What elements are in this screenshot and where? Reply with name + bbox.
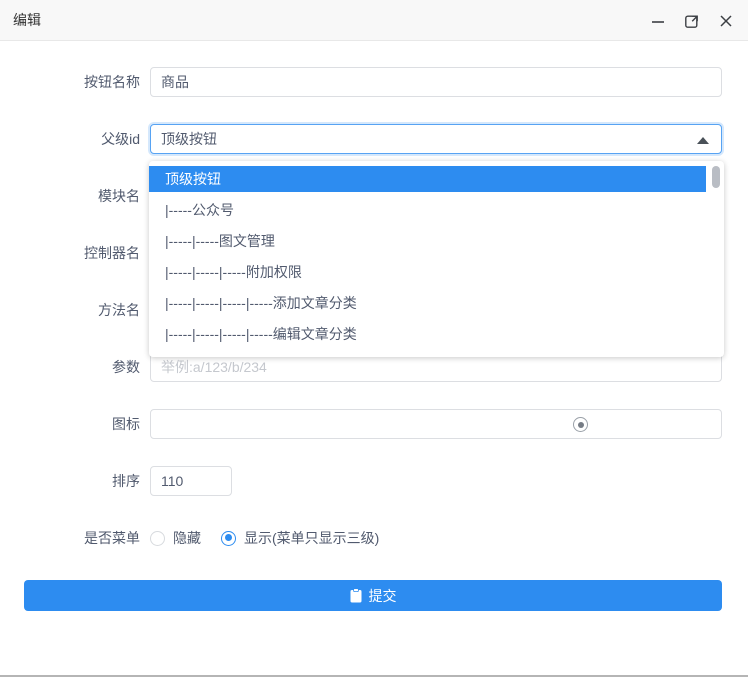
radio-show[interactable]: 显示(菜单只显示三级) xyxy=(221,528,379,548)
window-controls xyxy=(648,0,736,41)
dropdown-scrollbar-thumb[interactable] xyxy=(712,166,720,188)
edit-dialog-window: 编辑 按钮名称 父级 xyxy=(0,0,748,677)
maximize-button[interactable] xyxy=(682,11,702,31)
dropdown-item[interactable]: |-----|-----|-----|-----添加文章分类 xyxy=(149,290,706,316)
controller-name-label: 控制器名 xyxy=(20,238,140,268)
dropdown-item[interactable]: |-----|-----|-----附加权限 xyxy=(149,259,706,285)
submit-button[interactable]: 提交 xyxy=(24,580,722,611)
minimize-icon xyxy=(651,14,665,28)
window-title: 编辑 xyxy=(13,10,41,30)
radio-unchecked-icon xyxy=(150,531,165,546)
params-label: 参数 xyxy=(20,352,140,382)
radio-hide[interactable]: 隐藏 xyxy=(150,528,201,548)
titlebar: 编辑 xyxy=(0,0,748,41)
dropdown-item[interactable]: |-----|-----图文管理 xyxy=(149,228,706,254)
button-name-label: 按钮名称 xyxy=(20,67,140,97)
dropdown-item[interactable]: |-----公众号 xyxy=(149,197,706,223)
icon-label: 图标 xyxy=(20,409,140,439)
minimize-button[interactable] xyxy=(648,11,668,31)
parent-id-select[interactable]: 顶级按钮 xyxy=(150,124,722,154)
is-menu-label: 是否菜单 xyxy=(20,523,140,553)
module-name-label: 模块名 xyxy=(20,181,140,211)
dropdown-item[interactable]: |-----|-----|-----|-----编辑文章分类 xyxy=(149,321,706,347)
is-menu-radio-group: 隐藏 显示(菜单只显示三级) xyxy=(150,523,391,553)
radio-hide-label: 隐藏 xyxy=(173,528,201,548)
dropdown-list: 顶级按钮 |-----公众号 |-----|-----图文管理 |-----|-… xyxy=(149,166,706,347)
icon-picker-target-icon[interactable] xyxy=(573,417,588,432)
sort-label: 排序 xyxy=(20,466,140,496)
parent-id-dropdown: 顶级按钮 |-----公众号 |-----|-----图文管理 |-----|-… xyxy=(149,161,724,357)
dropdown-item[interactable]: 顶级按钮 xyxy=(149,166,706,192)
clipboard-icon xyxy=(350,588,362,603)
radio-checked-icon xyxy=(221,531,236,546)
radio-show-label: 显示(菜单只显示三级) xyxy=(244,528,379,548)
sort-input[interactable] xyxy=(150,466,232,496)
icon-input[interactable] xyxy=(150,409,722,439)
parent-id-selected-value: 顶级按钮 xyxy=(161,129,217,149)
close-button[interactable] xyxy=(716,11,736,31)
submit-button-label: 提交 xyxy=(369,586,397,606)
chevron-up-icon xyxy=(697,137,709,144)
close-icon xyxy=(719,14,733,28)
method-name-label: 方法名 xyxy=(20,295,140,325)
button-name-input[interactable] xyxy=(150,67,722,97)
maximize-icon xyxy=(684,13,700,29)
parent-id-label: 父级id xyxy=(20,124,140,154)
